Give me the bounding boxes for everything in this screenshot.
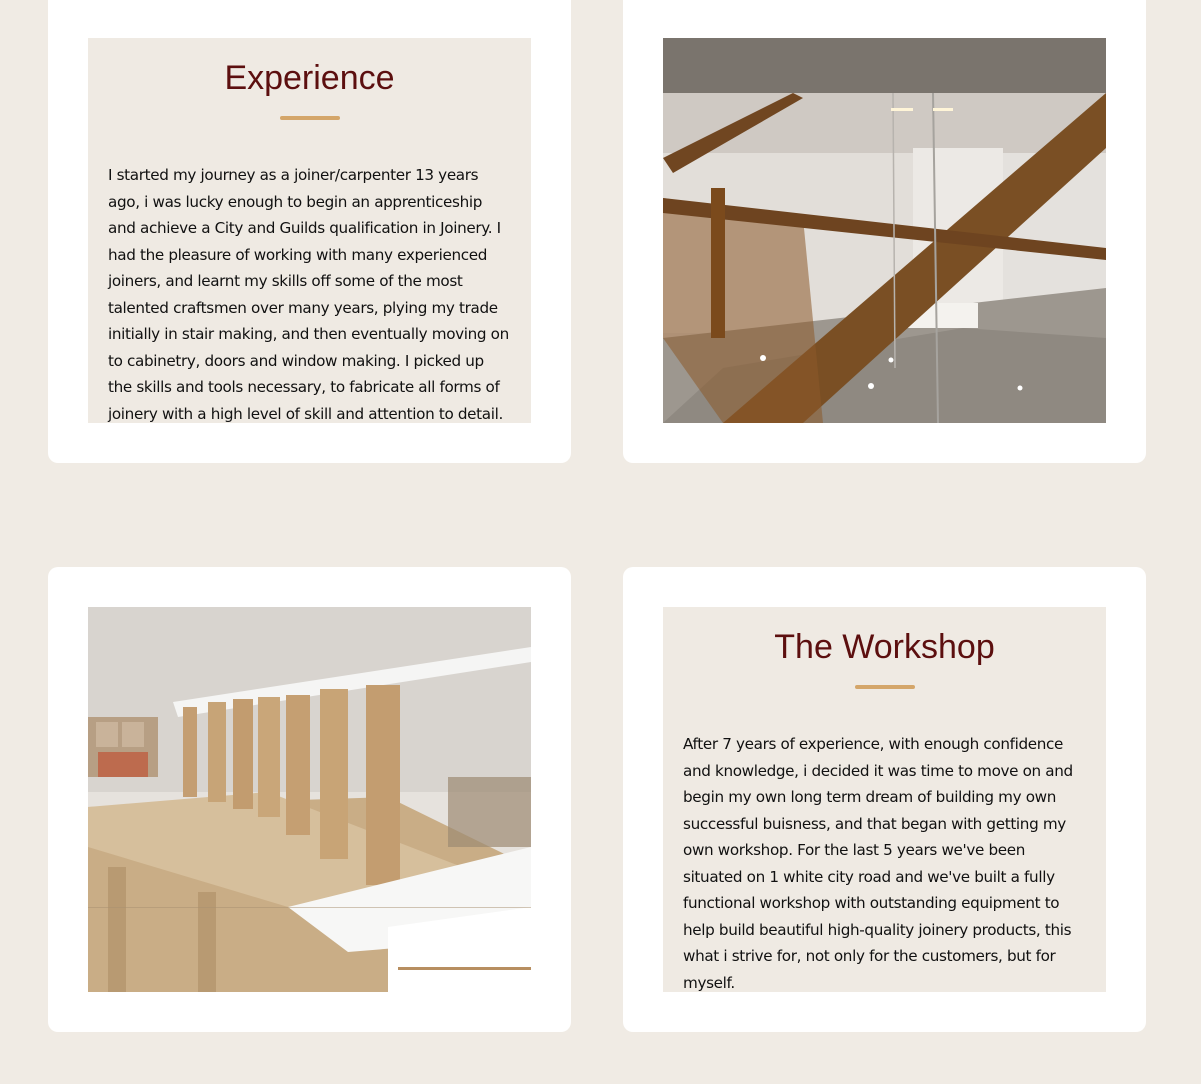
workshop-heading: The Workshop — [774, 628, 995, 666]
heading-divider — [279, 116, 340, 120]
workshop-text: After 7 years of experience, with enough… — [683, 735, 1073, 992]
experience-text: I started my journey as a joiner/carpent… — [108, 166, 509, 423]
workshop-card: The Workshop After 7 years of experience… — [623, 567, 1146, 1032]
experience-heading: Experience — [224, 59, 395, 97]
heading-divider — [854, 685, 915, 689]
staircase-photo — [663, 38, 1106, 423]
experience-card: Experience I started my journey as a joi… — [48, 0, 571, 463]
staircase-photo-card — [623, 0, 1146, 463]
workshop-panel: The Workshop After 7 years of experience… — [663, 607, 1106, 992]
workshop-photo — [88, 607, 531, 992]
workshop-photo-card — [48, 567, 571, 1032]
experience-panel: Experience I started my journey as a joi… — [88, 38, 531, 423]
